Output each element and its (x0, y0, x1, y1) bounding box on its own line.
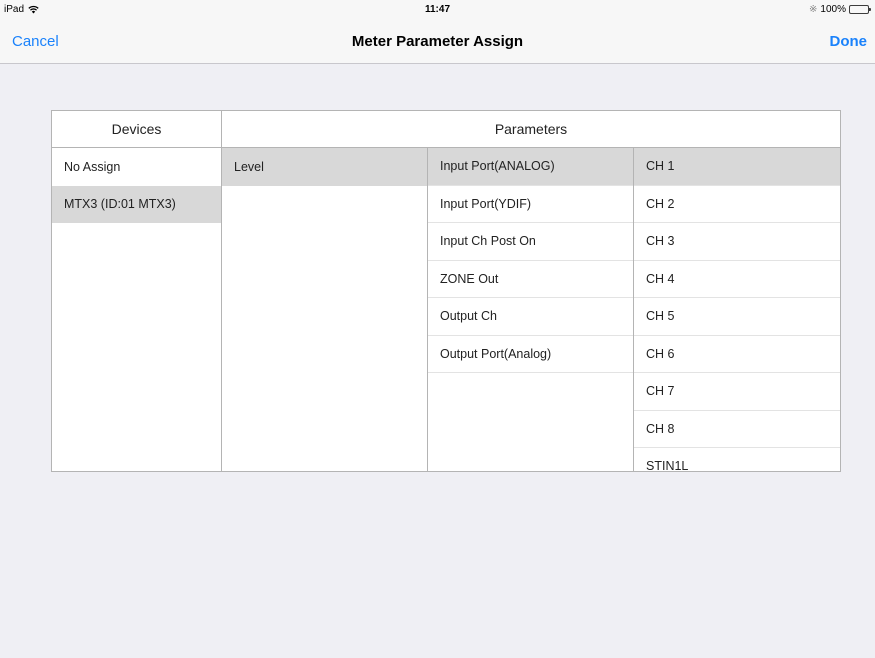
status-right: ※ 100% (809, 4, 871, 15)
cancel-button[interactable]: Cancel (12, 33, 59, 50)
battery-percent: 100% (820, 4, 846, 15)
bluetooth-icon: ※ (809, 4, 818, 15)
param-source-row[interactable]: Input Ch Post On (428, 223, 633, 261)
param-source-row[interactable]: Input Port(YDIF) (428, 186, 633, 223)
device-row-mtx3[interactable]: MTX3 (ID:01 MTX3) (52, 185, 221, 223)
assign-table: Devices Parameters No Assign MTX3 (ID:01… (51, 110, 841, 472)
devices-header: Devices (52, 111, 222, 148)
param-source-row[interactable]: Output Ch (428, 298, 633, 336)
page-title: Meter Parameter Assign (351, 33, 524, 50)
param-source-row[interactable]: Output Port(Analog) (428, 336, 633, 373)
channel-row[interactable]: CH 7 (634, 373, 840, 411)
battery-icon (849, 5, 871, 14)
status-bar: iPad 11:47 ※ 100% (0, 0, 875, 20)
param-type-row-level[interactable]: Level (222, 148, 427, 186)
channel-row[interactable]: STIN1L (634, 448, 840, 471)
devices-list[interactable]: No Assign MTX3 (ID:01 MTX3) (52, 148, 222, 471)
channel-row[interactable]: CH 4 (634, 261, 840, 298)
parameters-header: Parameters (222, 111, 840, 148)
channel-list[interactable]: CH 1 CH 2 CH 3 CH 4 CH 5 CH 6 CH 7 CH 8 … (634, 148, 840, 471)
param-source-row[interactable]: ZONE Out (428, 261, 633, 298)
channel-row[interactable]: CH 8 (634, 411, 840, 448)
status-time: 11:47 (424, 4, 451, 15)
parameter-type-list[interactable]: Level (222, 148, 428, 471)
channel-row[interactable]: CH 5 (634, 298, 840, 336)
navigation-bar: Cancel Meter Parameter Assign Done (0, 20, 875, 64)
channel-row[interactable]: CH 3 (634, 223, 840, 261)
device-row-no-assign[interactable]: No Assign (52, 148, 221, 186)
param-source-row[interactable]: Input Port(ANALOG) (428, 148, 633, 186)
parameter-source-list[interactable]: Input Port(ANALOG) Input Port(YDIF) Inpu… (428, 148, 634, 471)
channel-row[interactable]: CH 6 (634, 336, 840, 373)
done-button[interactable]: Done (830, 33, 868, 50)
channel-row[interactable]: CH 1 (634, 148, 840, 186)
channel-row[interactable]: CH 2 (634, 186, 840, 223)
